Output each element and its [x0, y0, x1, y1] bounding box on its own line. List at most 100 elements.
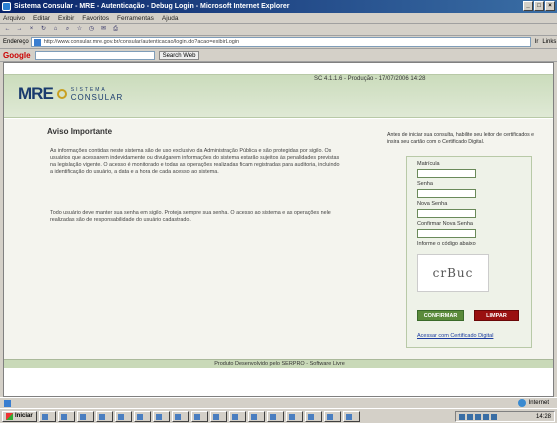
maximize-button[interactable]: □	[534, 1, 544, 11]
address-bar: Endereço http://www.consular.mre.gov.br/…	[0, 36, 557, 49]
window-icon	[250, 413, 257, 420]
menu-arquivo[interactable]: Arquivo	[3, 15, 25, 22]
aviso-paragraph-1: As informações contidas neste sistema sã…	[50, 148, 340, 175]
certificado-digital-link[interactable]: Acessar com Certificado Digital	[417, 333, 493, 339]
address-label: Endereço	[3, 39, 29, 45]
quicklaunch-item[interactable]	[76, 410, 94, 422]
window-icon	[288, 413, 295, 420]
page-done-icon	[4, 399, 11, 407]
google-logo[interactable]: Google	[3, 51, 31, 60]
taskbar-window-button[interactable]	[133, 410, 151, 422]
windows-flag-icon	[6, 412, 13, 420]
taskbar-window-button[interactable]	[266, 410, 284, 422]
senha-input[interactable]	[417, 189, 476, 198]
favorites-icon[interactable]: ☆	[75, 25, 84, 34]
status-bar: Internet	[0, 397, 557, 408]
taskbar-window-button[interactable]	[228, 410, 246, 422]
menu-ferramentas[interactable]: Ferramentas	[117, 15, 154, 22]
ie-icon	[2, 2, 11, 11]
confirmar-senha-label: Confirmar Nova Senha	[417, 221, 473, 227]
taskbar-window-button[interactable]	[114, 410, 132, 422]
home-icon[interactable]: ⌂	[51, 25, 60, 34]
close-button[interactable]: ×	[545, 1, 555, 11]
limpar-button[interactable]: LIMPAR	[474, 310, 519, 321]
search-web-button[interactable]: Search Web	[158, 50, 200, 60]
window-icon	[174, 413, 181, 420]
window-icon	[345, 413, 352, 420]
window-icon	[155, 413, 162, 420]
menu-editar[interactable]: Editar	[33, 15, 50, 22]
taskbar-window-button[interactable]	[285, 410, 303, 422]
confirmar-senha-input[interactable]	[417, 229, 476, 238]
clock[interactable]: 14:28	[536, 414, 551, 420]
login-intro: Antes de iniciar sua consulta, habilite …	[387, 132, 535, 145]
menu-favoritos[interactable]: Favoritos	[82, 15, 109, 22]
history-icon[interactable]: ◷	[87, 25, 96, 34]
tray-icon[interactable]	[475, 413, 481, 420]
senha-label: Senha	[417, 181, 433, 187]
quicklaunch-item[interactable]	[38, 410, 56, 422]
tray-icon[interactable]	[483, 413, 489, 420]
links-button[interactable]: Links	[542, 39, 556, 45]
tray-icon[interactable]	[459, 413, 465, 420]
mail-icon[interactable]: ✉	[99, 25, 108, 34]
tray-icon[interactable]	[467, 413, 473, 420]
mre-logo: MRE SISTEMA CONSULAR	[18, 84, 123, 104]
taskbar-window-button[interactable]	[95, 410, 113, 422]
nova-senha-label: Nova Senha	[417, 201, 448, 207]
taskbar-window-button[interactable]	[304, 410, 322, 422]
taskbar-window-button[interactable]	[152, 410, 170, 422]
matricula-input[interactable]	[417, 169, 476, 178]
address-url: http://www.consular.mre.gov.br/consular/…	[43, 39, 240, 45]
menu-bar: Arquivo Editar Exibir Favoritos Ferramen…	[0, 13, 557, 24]
menu-exibir[interactable]: Exibir	[58, 15, 74, 22]
zone-label: Internet	[528, 400, 549, 406]
nova-senha-input[interactable]	[417, 209, 476, 218]
window-icon	[98, 413, 105, 420]
version-text: SC 4.1.1.6 - Produção - 17/07/2006 14:28	[314, 76, 426, 82]
start-label: Iniciar	[15, 412, 33, 419]
internet-zone-icon	[517, 399, 526, 407]
go-button[interactable]: Ir	[535, 39, 539, 45]
window-title: Sistema Consular - MRE - Autenticação - …	[14, 3, 290, 10]
taskbar-window-button[interactable]	[342, 410, 360, 422]
google-search-input[interactable]	[34, 50, 155, 60]
back-icon[interactable]: ←	[3, 25, 12, 34]
system-tray: 14:28	[455, 411, 555, 422]
print-icon[interactable]: ⎙	[111, 25, 120, 34]
logo-emblem-icon	[56, 89, 67, 99]
quicklaunch-item[interactable]	[57, 410, 75, 422]
page-icon	[33, 39, 41, 46]
taskbar-window-button[interactable]	[323, 410, 341, 422]
menu-ajuda[interactable]: Ajuda	[162, 15, 179, 22]
start-button[interactable]: Iniciar	[2, 410, 37, 422]
window-icon	[117, 413, 124, 420]
taskbar-window-button[interactable]	[209, 410, 227, 422]
login-form: Matrícula Senha Nova Senha Confirmar Nov…	[406, 156, 532, 348]
taskbar: Iniciar 14:28	[0, 408, 557, 423]
window-icon	[193, 413, 200, 420]
tray-icon[interactable]	[491, 413, 497, 420]
captcha-label: Informe o código abaixo	[417, 241, 476, 247]
main-content: Aviso Importante As informações contidas…	[4, 119, 553, 359]
taskbar-window-button[interactable]	[171, 410, 189, 422]
minimize-button[interactable]: _	[523, 1, 533, 11]
window-icon	[307, 413, 314, 420]
taskbar-window-button[interactable]	[190, 410, 208, 422]
aviso-paragraph-2: Todo usuário deve manter sua senha em si…	[50, 210, 331, 223]
forward-icon[interactable]: →	[15, 25, 24, 34]
captcha-image: crBuc	[417, 254, 489, 292]
quicklaunch-icon	[79, 413, 86, 420]
search-icon[interactable]: ⌕	[63, 25, 72, 34]
window-controls: _ □ ×	[523, 1, 555, 11]
stop-icon[interactable]: ×	[27, 25, 36, 34]
taskbar-window-button[interactable]	[247, 410, 265, 422]
refresh-icon[interactable]: ↻	[39, 25, 48, 34]
address-input[interactable]: http://www.consular.mre.gov.br/consular/…	[30, 37, 531, 47]
window-icon	[269, 413, 276, 420]
page-footer: Produto Desenvolvido pelo SERPRO - Softw…	[4, 359, 553, 368]
browser-viewport: SC 4.1.1.6 - Produção - 17/07/2006 14:28…	[3, 62, 554, 397]
confirmar-button[interactable]: CONFIRMAR	[417, 310, 464, 321]
quicklaunch-icon	[41, 413, 48, 420]
standard-toolbar: ← → × ↻ ⌂ ⌕ ☆ ◷ ✉ ⎙	[0, 24, 557, 36]
